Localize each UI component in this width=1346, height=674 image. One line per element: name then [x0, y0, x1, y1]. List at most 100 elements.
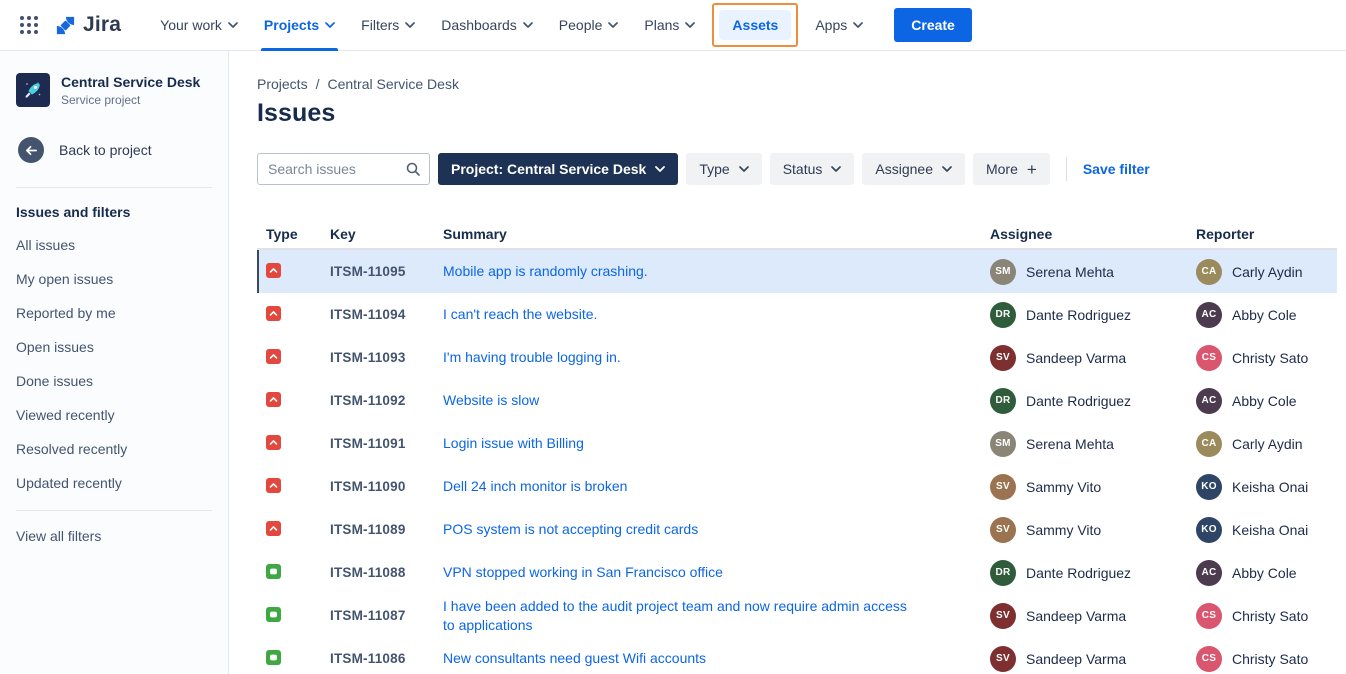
avatar: SV: [990, 517, 1016, 543]
reporter-name: Abby Cole: [1232, 393, 1297, 409]
issue-summary-link[interactable]: New consultants need guest Wifi accounts: [443, 649, 706, 668]
assignee-name: Sandeep Varma: [1026, 608, 1126, 624]
project-title-block[interactable]: Central Service Desk Service project: [61, 74, 200, 107]
service-request-type-icon: [266, 650, 281, 665]
nav-item-your-work[interactable]: Your work: [160, 17, 238, 33]
chevron-down-icon: [655, 166, 665, 172]
assignee-cell: SV Sandeep Varma: [990, 603, 1196, 629]
incident-type-icon: [266, 306, 281, 321]
assignee-cell: DRDante Rodriguez: [990, 560, 1196, 586]
avatar: DR: [990, 302, 1016, 328]
reporter-name: Abby Cole: [1232, 565, 1297, 581]
issue-key: ITSM-11088: [330, 565, 443, 580]
sidebar-divider: [16, 510, 212, 511]
assignee-name: Sandeep Varma: [1026, 350, 1126, 366]
assignee-cell: SVSammy Vito: [990, 474, 1196, 500]
nav-item-wrap-apps: Apps: [802, 0, 876, 51]
incident-type-icon: [266, 478, 281, 493]
table-row[interactable]: ITSM-11094I can't reach the website.DRDa…: [257, 293, 1337, 336]
table-row[interactable]: ITSM-11086New consultants need guest Wif…: [257, 637, 1337, 674]
breadcrumb: Projects / Central Service Desk: [257, 76, 1337, 92]
table-row[interactable]: ITSM-11095Mobile app is randomly crashin…: [257, 250, 1337, 293]
type-filter-dropdown[interactable]: Type: [686, 153, 761, 185]
reporter-cell: KOKeisha Onai: [1196, 517, 1337, 543]
search-input[interactable]: [257, 153, 430, 185]
app-switcher-icon[interactable]: [18, 14, 40, 36]
issue-summary-link[interactable]: I can't reach the website.: [443, 305, 597, 324]
type-filter-label: Type: [699, 161, 729, 177]
table-row[interactable]: ITSM-11093I'm having trouble logging in.…: [257, 336, 1337, 379]
issue-summary-link[interactable]: I have been added to the audit project t…: [443, 597, 921, 635]
avatar: SV: [990, 646, 1016, 672]
main-content: Projects / Central Service Desk Issues P…: [229, 51, 1346, 674]
table-row[interactable]: ITSM-11088VPN stopped working in San Fra…: [257, 551, 1337, 594]
assignee-cell: DRDante Rodriguez: [990, 302, 1196, 328]
assignee-filter-dropdown[interactable]: Assignee: [862, 153, 965, 185]
sidebar-item-view-all-filters[interactable]: View all filters: [16, 519, 212, 553]
sidebar-item-viewed-recently[interactable]: Viewed recently: [16, 398, 212, 432]
nav-item-filters[interactable]: Filters: [361, 17, 415, 33]
sidebar-item-done-issues[interactable]: Done issues: [16, 364, 212, 398]
nav-item-assets[interactable]: Assets: [719, 10, 791, 40]
more-filters-button[interactable]: More +: [973, 153, 1050, 185]
filter-bar: Project: Central Service Desk Type Status…: [257, 153, 1337, 185]
issue-summary-link[interactable]: Dell 24 inch monitor is broken: [443, 477, 627, 496]
status-filter-dropdown[interactable]: Status: [770, 153, 855, 185]
chevron-down-icon: [942, 166, 952, 172]
status-filter-label: Status: [783, 161, 823, 177]
issue-summary-link[interactable]: I'm having trouble logging in.: [443, 348, 621, 367]
avatar: CS: [1196, 603, 1222, 629]
nav-item-projects[interactable]: Projects: [264, 17, 335, 33]
breadcrumb-project-link[interactable]: Central Service Desk: [327, 76, 459, 92]
avatar: KO: [1196, 474, 1222, 500]
incident-type-icon: [266, 521, 281, 536]
assignee-name: Sammy Vito: [1026, 479, 1101, 495]
issue-key: ITSM-11091: [330, 436, 443, 451]
reporter-cell: CACarly Aydin: [1196, 431, 1337, 457]
chevron-down-icon: [608, 22, 618, 28]
issue-summary-link[interactable]: Mobile app is randomly crashing.: [443, 262, 648, 281]
reporter-cell: CACarly Aydin: [1196, 259, 1337, 285]
avatar: AC: [1196, 302, 1222, 328]
project-filter-dropdown[interactable]: Project: Central Service Desk: [438, 153, 678, 185]
sidebar-filter-list: All issuesMy open issuesReported by meOp…: [16, 228, 212, 500]
avatar: CA: [1196, 431, 1222, 457]
jira-logo[interactable]: Jira: [54, 13, 121, 37]
back-to-project[interactable]: Back to project: [18, 137, 212, 163]
nav-item-dashboards[interactable]: Dashboards: [441, 17, 533, 33]
create-button[interactable]: Create: [894, 8, 972, 42]
column-header-assignee: Assignee: [990, 226, 1196, 242]
assignee-name: Serena Mehta: [1026, 264, 1114, 280]
project-type: Service project: [61, 93, 200, 107]
avatar: CS: [1196, 345, 1222, 371]
avatar: SV: [990, 603, 1016, 629]
save-filter-link[interactable]: Save filter: [1083, 161, 1150, 177]
sidebar-item-my-open-issues[interactable]: My open issues: [16, 262, 212, 296]
nav-item-label: People: [559, 17, 603, 33]
nav-item-apps[interactable]: Apps: [815, 17, 863, 33]
breadcrumb-projects-link[interactable]: Projects: [257, 76, 308, 92]
table-row[interactable]: ITSM-11087I have been added to the audit…: [257, 594, 1337, 637]
table-row[interactable]: ITSM-11090Dell 24 inch monitor is broken…: [257, 465, 1337, 508]
table-row[interactable]: ITSM-11091Login issue with BillingSMSere…: [257, 422, 1337, 465]
primary-nav-items: Your work Projects Filters Dashboards People…: [147, 0, 876, 51]
table-row[interactable]: ITSM-11092Website is slowDRDante Rodrigu…: [257, 379, 1337, 422]
nav-item-label: Dashboards: [441, 17, 517, 33]
incident-type-icon: [266, 263, 281, 278]
issue-summary-link[interactable]: Login issue with Billing: [443, 434, 584, 453]
issue-summary-link[interactable]: Website is slow: [443, 391, 539, 410]
more-filters-label: More: [986, 161, 1018, 177]
sidebar-item-all-issues[interactable]: All issues: [16, 228, 212, 262]
nav-item-people[interactable]: People: [559, 17, 619, 33]
sidebar-item-reported-by-me[interactable]: Reported by me: [16, 296, 212, 330]
issue-summary-link[interactable]: VPN stopped working in San Francisco off…: [443, 563, 723, 582]
avatar: CS: [1196, 646, 1222, 672]
sidebar-item-resolved-recently[interactable]: Resolved recently: [16, 432, 212, 466]
sidebar-item-updated-recently[interactable]: Updated recently: [16, 466, 212, 500]
nav-item-plans[interactable]: Plans: [644, 17, 695, 33]
table-row[interactable]: ITSM-11089POS system is not accepting cr…: [257, 508, 1337, 551]
service-request-type-icon: [266, 564, 281, 579]
sidebar-item-open-issues[interactable]: Open issues: [16, 330, 212, 364]
incident-type-icon: [266, 392, 281, 407]
issue-summary-link[interactable]: POS system is not accepting credit cards: [443, 520, 698, 539]
